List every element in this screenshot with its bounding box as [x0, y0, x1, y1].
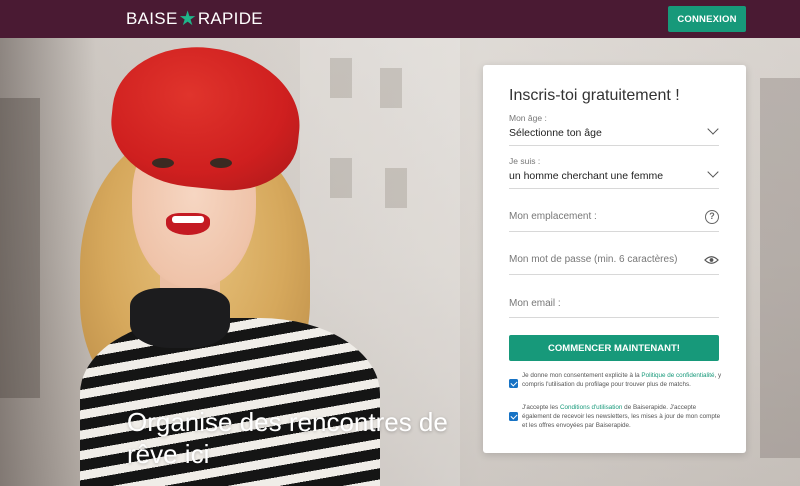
location-placeholder: Mon emplacement :	[509, 211, 597, 222]
age-label: Mon âge :	[509, 113, 547, 123]
background-window	[330, 58, 352, 98]
woman-scarf	[130, 288, 230, 348]
password-placeholder: Mon mot de passe (min. 6 caractères)	[509, 254, 678, 265]
login-button[interactable]: CONNEXION	[668, 6, 746, 32]
terms-consent-text: J'accepte les Conditions d'utilisation d…	[522, 403, 722, 430]
consent-text: J'accepte les	[522, 404, 560, 411]
privacy-consent-checkbox[interactable]	[509, 379, 518, 388]
background-window	[380, 68, 402, 108]
logo[interactable]: BAISE ★ RAPIDE	[126, 8, 263, 30]
email-field[interactable]: Mon email :	[509, 298, 719, 318]
location-field[interactable]: Mon emplacement : ?	[509, 210, 719, 232]
terms-consent-checkbox[interactable]	[509, 412, 518, 421]
hero-headline: Organise des rencontres de rêve ici	[127, 407, 448, 469]
question-icon[interactable]: ?	[705, 210, 719, 224]
gender-select[interactable]: Je suis : un homme cherchant une femme	[509, 156, 719, 189]
signup-title: Inscris-toi gratuitement !	[509, 87, 680, 104]
consent-text: Je donne mon consentement explicite à la	[522, 372, 642, 379]
start-now-button[interactable]: COMMENCER MAINTENANT!	[509, 335, 719, 361]
age-value: Sélectionne ton âge	[509, 127, 602, 139]
top-bar: BAISE ★ RAPIDE CONNEXION	[0, 0, 800, 38]
eye-icon[interactable]	[704, 255, 719, 265]
woman-eye-left	[152, 158, 174, 168]
logo-text-right: RAPIDE	[197, 9, 263, 28]
email-placeholder: Mon email :	[509, 298, 561, 309]
background-shadow	[760, 78, 800, 458]
signup-card: Inscris-toi gratuitement ! Mon âge : Sél…	[483, 65, 746, 453]
password-field[interactable]: Mon mot de passe (min. 6 caractères)	[509, 254, 719, 275]
woman-eye-right	[210, 158, 232, 168]
background-window	[385, 168, 407, 208]
privacy-policy-link[interactable]: Politique de confidentialité	[641, 372, 714, 379]
privacy-consent-text: Je donne mon consentement explicite à la…	[522, 371, 722, 389]
woman-teeth	[172, 216, 204, 223]
background-window	[330, 158, 352, 198]
gender-label: Je suis :	[509, 156, 541, 166]
star-icon: ★	[178, 8, 197, 30]
age-select[interactable]: Mon âge : Sélectionne ton âge	[509, 113, 719, 146]
terms-of-use-link[interactable]: Conditions d'utilisation	[560, 404, 622, 411]
background-shadow	[0, 98, 40, 398]
gender-value: un homme cherchant une femme	[509, 170, 664, 182]
logo-text-left: BAISE	[126, 9, 178, 28]
